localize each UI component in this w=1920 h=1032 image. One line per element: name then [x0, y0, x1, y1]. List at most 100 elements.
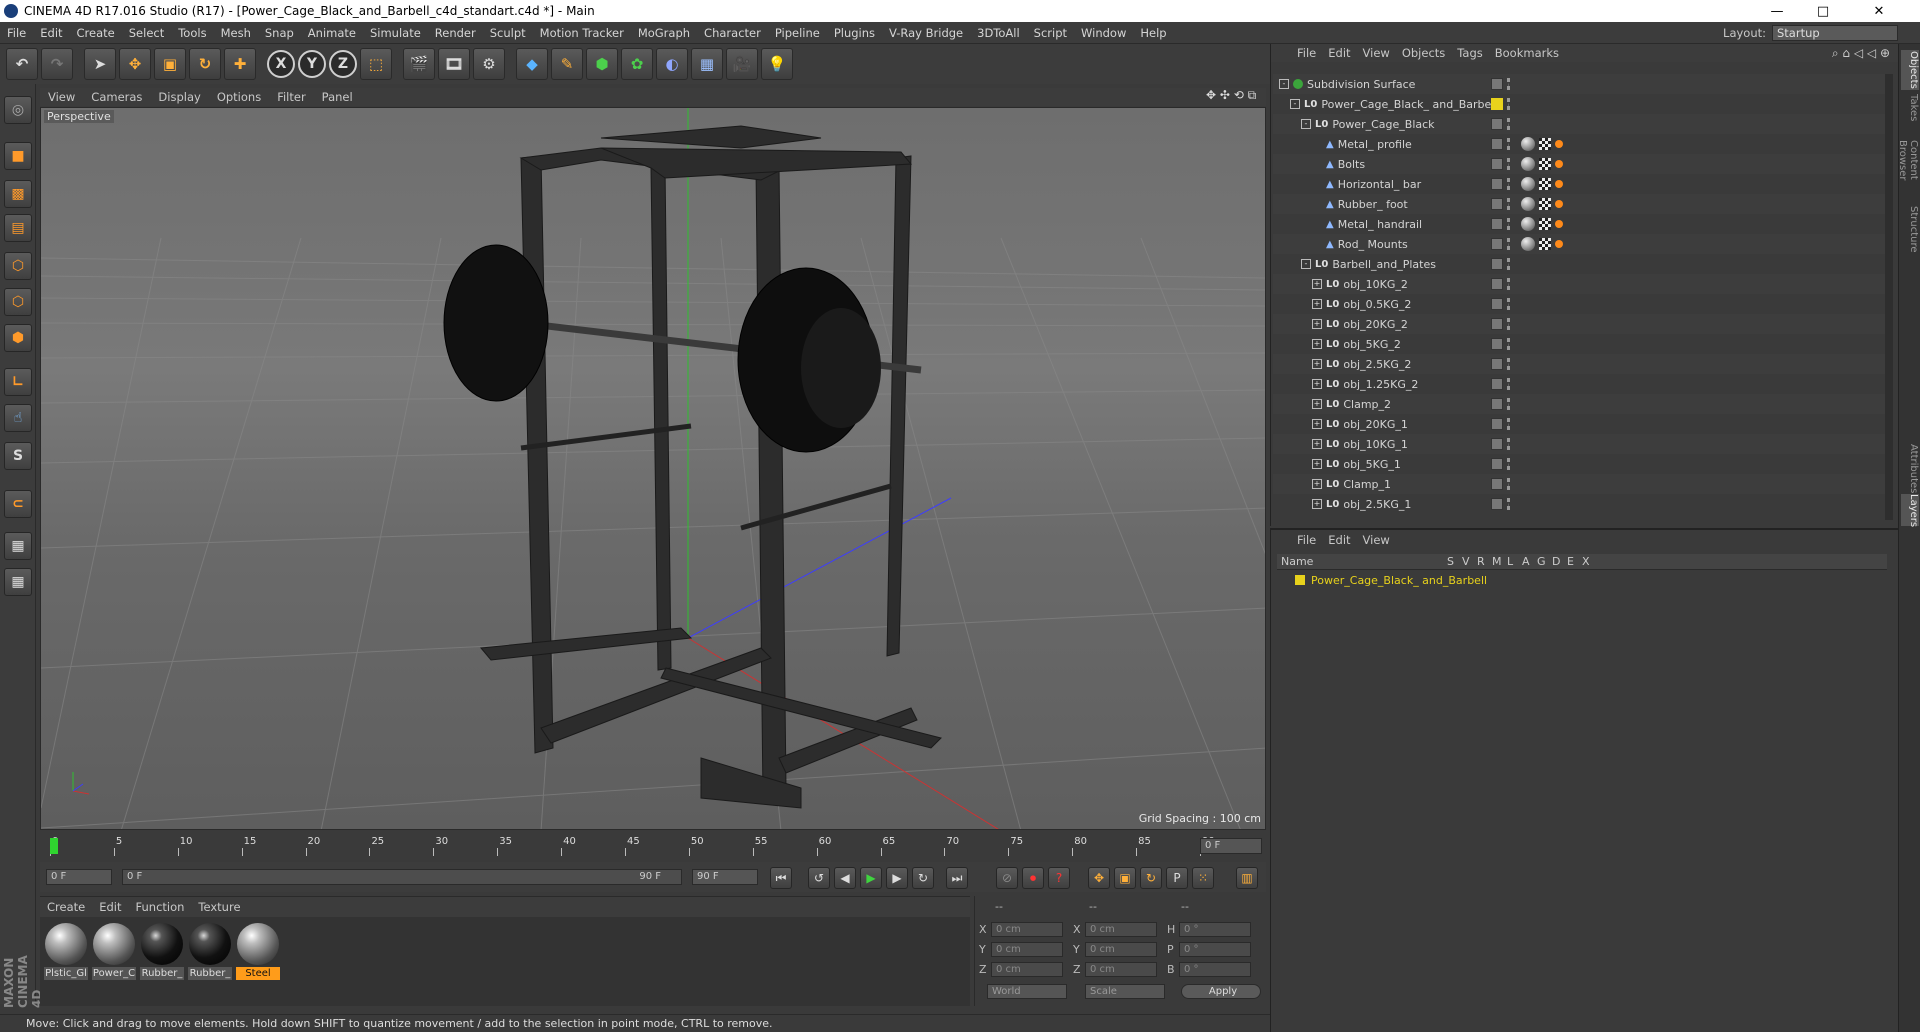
light-object-button[interactable]: 💡	[761, 48, 793, 80]
quantize-button[interactable]: ▦	[4, 568, 32, 596]
visibility-toggle-icon[interactable]	[1491, 158, 1503, 170]
polygons-mode-button[interactable]: ⬢	[4, 324, 32, 352]
material-tags-icon[interactable]	[1521, 157, 1535, 171]
model-mode-button[interactable]: ■	[4, 142, 32, 170]
visibility-toggle-icon[interactable]	[1491, 138, 1503, 150]
expand-toggle-icon[interactable]: +	[1312, 439, 1322, 449]
live-selection-button[interactable]: ➤	[84, 48, 116, 80]
editor-render-dots-icon[interactable]	[1507, 98, 1511, 110]
play-button[interactable]: ▶	[860, 867, 882, 889]
material-tags-icon[interactable]	[1521, 237, 1535, 251]
timeline-window-button[interactable]: ▥	[1236, 867, 1258, 889]
editor-render-dots-icon[interactable]	[1507, 358, 1511, 370]
axis-mode-button[interactable]: ∟	[4, 368, 32, 396]
phong-tag-icon[interactable]	[1555, 180, 1563, 188]
expand-toggle-icon[interactable]: +	[1312, 399, 1322, 409]
start-frame-field[interactable]: 0 F	[46, 869, 112, 885]
object-menu-view[interactable]: View	[1357, 46, 1396, 60]
viewport-menu-panel[interactable]: Panel	[314, 90, 361, 104]
checker-tag-icon[interactable]	[1539, 178, 1551, 190]
object-row[interactable]: + L0 obj_5KG_2	[1273, 334, 1885, 354]
object-menu-bookmarks[interactable]: Bookmarks	[1489, 46, 1565, 60]
object-scrollbar[interactable]	[1885, 74, 1893, 520]
coord-value-field[interactable]: 0 °	[1179, 962, 1251, 977]
editor-render-dots-icon[interactable]	[1507, 338, 1511, 350]
object-row[interactable]: + L0 Clamp_2	[1273, 394, 1885, 414]
maximize-button[interactable]: □	[1800, 0, 1846, 22]
editor-render-dots-icon[interactable]	[1507, 398, 1511, 410]
checker-tag-icon[interactable]	[1539, 218, 1551, 230]
subdivision-surface-button[interactable]: ⬢	[586, 48, 618, 80]
phong-tag-icon[interactable]	[1555, 160, 1563, 168]
object-row[interactable]: ▲ Horizontal_ bar	[1273, 174, 1885, 194]
object-row[interactable]: + L0 obj_20KG_1	[1273, 414, 1885, 434]
coord-value-field[interactable]: 0 cm	[1085, 962, 1157, 977]
menu-edit[interactable]: Edit	[33, 26, 69, 40]
visibility-toggle-icon[interactable]	[1491, 178, 1503, 190]
move-tool-button[interactable]: ✥	[119, 48, 151, 80]
spline-pen-button[interactable]: ✎	[551, 48, 583, 80]
viewport-menu-filter[interactable]: Filter	[269, 90, 313, 104]
menu-simulate[interactable]: Simulate	[363, 26, 428, 40]
menu-v-ray-bridge[interactable]: V-Ray Bridge	[882, 26, 970, 40]
editor-render-dots-icon[interactable]	[1507, 78, 1511, 90]
visibility-toggle-icon[interactable]	[1491, 258, 1503, 270]
visibility-toggle-icon[interactable]	[1491, 478, 1503, 490]
editor-render-dots-icon[interactable]	[1507, 118, 1511, 130]
frame-range-slider[interactable]: 0 F 90 F	[122, 869, 682, 885]
coord-value-field[interactable]: 0 cm	[1085, 922, 1157, 937]
menu-motion-tracker[interactable]: Motion Tracker	[533, 26, 631, 40]
object-row[interactable]: + L0 obj_20KG_2	[1273, 314, 1885, 334]
minimize-button[interactable]: —	[1754, 0, 1800, 22]
layer-column-e[interactable]: E	[1567, 555, 1574, 568]
checker-tag-icon[interactable]	[1539, 158, 1551, 170]
edges-mode-button[interactable]: ⬡	[4, 288, 32, 316]
menu-window[interactable]: Window	[1074, 26, 1133, 40]
viewport-menu-options[interactable]: Options	[209, 90, 269, 104]
editor-render-dots-icon[interactable]	[1507, 458, 1511, 470]
y-axis-lock-button[interactable]: Y	[298, 50, 326, 78]
object-menu-tags[interactable]: Tags	[1451, 46, 1488, 60]
object-row[interactable]: - Subdivision Surface	[1273, 74, 1885, 94]
object-row[interactable]: ▲ Bolts	[1273, 154, 1885, 174]
record-keys-button[interactable]: ⊘	[996, 867, 1018, 889]
editor-render-dots-icon[interactable]	[1507, 418, 1511, 430]
object-row[interactable]: + L0 obj_10KG_1	[1273, 434, 1885, 454]
key-scale-button[interactable]: ▣	[1114, 867, 1136, 889]
current-frame-field[interactable]: 0 F	[1200, 838, 1262, 854]
phong-tag-icon[interactable]	[1555, 140, 1563, 148]
expand-toggle-icon[interactable]: +	[1312, 339, 1322, 349]
autokey-button[interactable]: ⏺	[1022, 867, 1044, 889]
render-view-button[interactable]: 🎬	[403, 48, 435, 80]
rotate-tool-button[interactable]: ↻	[189, 48, 221, 80]
coord-value-field[interactable]: 0 cm	[991, 962, 1063, 977]
visibility-toggle-icon[interactable]	[1491, 398, 1503, 410]
layer-column-r[interactable]: R	[1477, 555, 1485, 568]
make-editable-button[interactable]: ◎	[4, 96, 32, 124]
expand-toggle-icon[interactable]: +	[1312, 299, 1322, 309]
material-swatch[interactable]: Rubber_	[188, 923, 232, 980]
coord-value-field[interactable]: 0 cm	[991, 922, 1063, 937]
layer-column-m[interactable]: M	[1492, 555, 1502, 568]
menu-create[interactable]: Create	[70, 26, 122, 40]
key-rotation-button[interactable]: ↻	[1140, 867, 1162, 889]
layer-column-l[interactable]: L	[1507, 555, 1513, 568]
edit-render-settings-button[interactable]: ⚙	[473, 48, 505, 80]
menu-3dtoall[interactable]: 3DToAll	[970, 26, 1027, 40]
object-row[interactable]: ▲ Metal_ profile	[1273, 134, 1885, 154]
material-tags-icon[interactable]	[1521, 177, 1535, 191]
editor-render-dots-icon[interactable]	[1507, 238, 1511, 250]
material-menu-edit[interactable]: Edit	[92, 900, 128, 914]
close-button[interactable]: ✕	[1856, 0, 1902, 22]
expand-toggle-icon[interactable]: +	[1312, 359, 1322, 369]
checker-tag-icon[interactable]	[1539, 238, 1551, 250]
perspective-viewport[interactable]: Perspective Grid Spacing : 100 cm	[40, 107, 1266, 830]
editor-render-dots-icon[interactable]	[1507, 318, 1511, 330]
material-menu-texture[interactable]: Texture	[191, 900, 247, 914]
editor-render-dots-icon[interactable]	[1507, 178, 1511, 190]
editor-render-dots-icon[interactable]	[1507, 138, 1511, 150]
object-row[interactable]: - L0 Power_Cage_Black	[1273, 114, 1885, 134]
grid-lock-button[interactable]: ▦	[4, 532, 32, 560]
prev-key-button[interactable]: ↺	[808, 867, 830, 889]
layer-column-name[interactable]: Name	[1281, 555, 1313, 568]
